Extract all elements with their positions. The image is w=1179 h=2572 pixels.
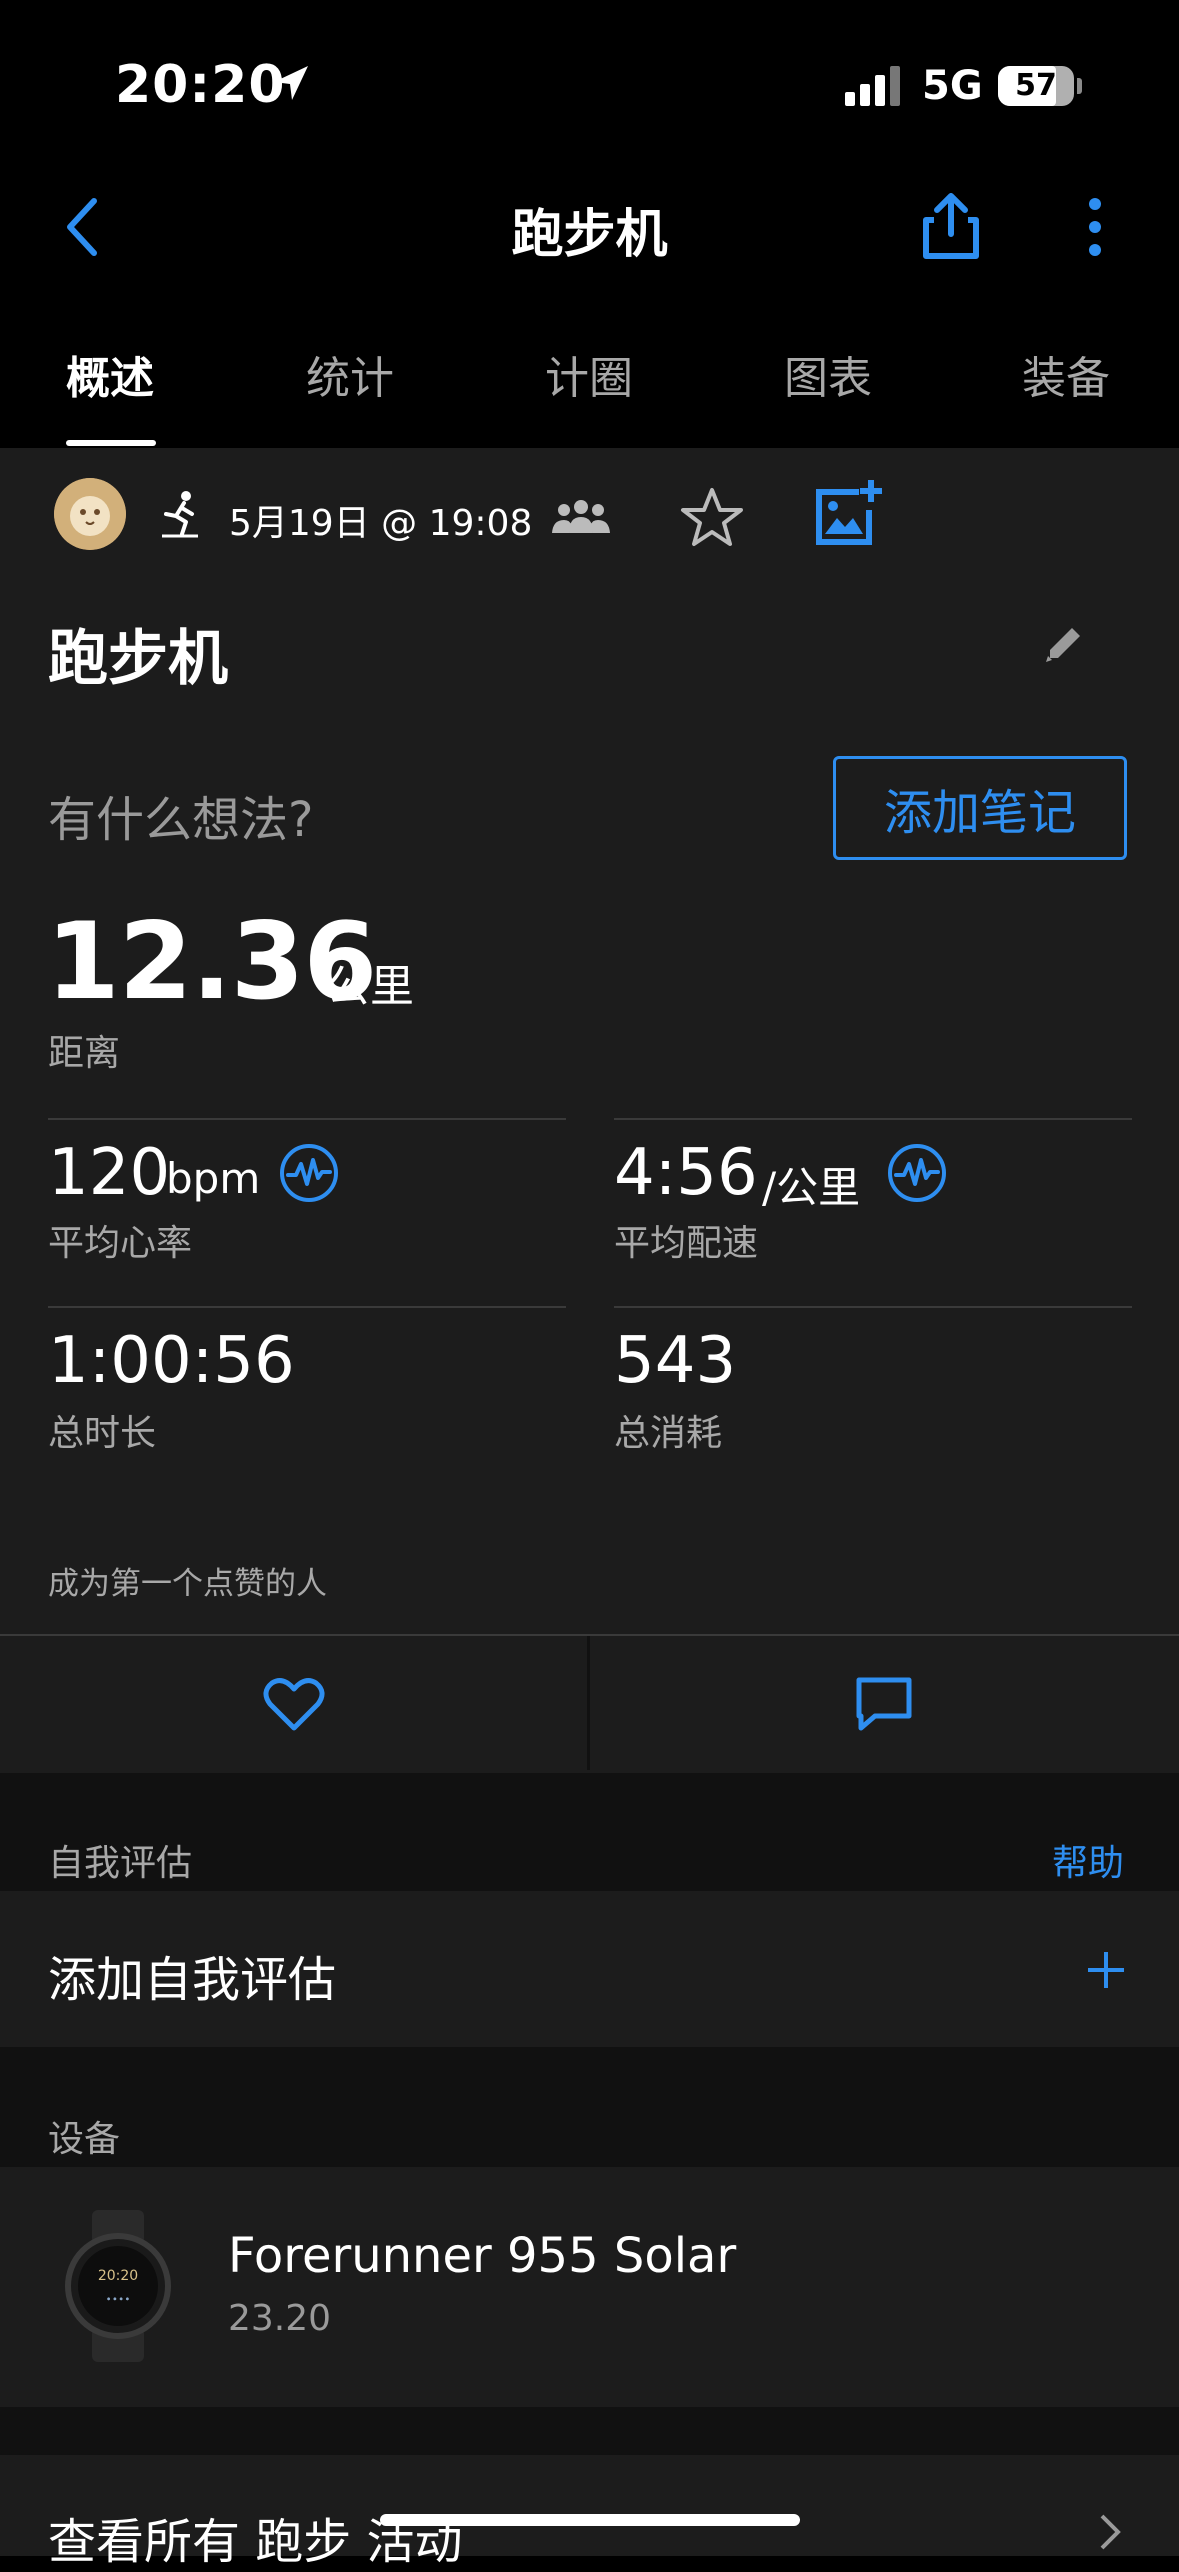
like-button[interactable]	[0, 1636, 587, 1770]
view-all-label: 查看所有 跑步 活动	[48, 2514, 463, 2570]
device-name: Forerunner 955 Solar	[228, 2228, 737, 2284]
plus-icon[interactable]	[1086, 1950, 1126, 1990]
share-icon[interactable]	[920, 190, 982, 262]
status-time: 20:20	[115, 55, 286, 115]
star-icon[interactable]	[680, 486, 744, 548]
calories-label: 总消耗	[614, 1413, 723, 1454]
tab-stats[interactable]: 统计	[306, 342, 394, 406]
add-photo-icon[interactable]	[813, 480, 883, 548]
location-arrow-icon	[274, 66, 308, 100]
comment-icon	[856, 1677, 912, 1731]
more-vertical-icon[interactable]	[1085, 196, 1105, 258]
status-bar: 20:20 5G 57	[0, 0, 1179, 170]
svg-text:∙∙∙∙: ∙∙∙∙	[105, 2294, 130, 2305]
battery-level: 57	[1015, 68, 1057, 103]
divider	[614, 1118, 1132, 1120]
network-type: 5G	[922, 63, 983, 109]
device-header: 设备	[48, 2119, 121, 2160]
pace-value: 4:56	[614, 1136, 758, 1210]
device-version: 23.20	[228, 2298, 332, 2339]
tab-laps[interactable]: 计圈	[545, 342, 633, 406]
tab-overview[interactable]: 概述	[66, 342, 154, 406]
chevron-right-icon	[1100, 2514, 1121, 2550]
device-row[interactable]	[0, 2167, 1179, 2407]
divider	[48, 1118, 566, 1120]
tab-gear[interactable]: 装备	[1022, 342, 1110, 406]
tab-active-indicator	[66, 440, 156, 446]
live-metric-icon[interactable]	[278, 1142, 340, 1204]
duration-value: 1:00:56	[48, 1324, 295, 1398]
duration-label: 总时长	[48, 1413, 157, 1454]
home-indicator[interactable]	[380, 2514, 800, 2526]
page-title: 跑步机	[511, 205, 668, 265]
avatar[interactable]	[54, 478, 126, 550]
pace-label: 平均配速	[614, 1223, 759, 1264]
comment-button[interactable]	[590, 1636, 1179, 1770]
live-metric-icon[interactable]	[886, 1142, 948, 1204]
heart-rate-value: 120	[48, 1136, 171, 1210]
self-eval-header: 自我评估	[48, 1843, 193, 1884]
tab-charts[interactable]: 图表	[784, 342, 872, 406]
pace-unit: /公里	[762, 1163, 861, 1212]
add-self-eval-label: 添加自我评估	[48, 1952, 337, 2008]
edit-pencil-icon[interactable]	[1042, 622, 1086, 666]
distance-unit: 公里	[326, 961, 414, 1012]
heart-rate-label: 平均心率	[48, 1223, 193, 1264]
distance-label: 距离	[48, 1033, 121, 1074]
activity-date: 5月19日 @ 19:08	[229, 503, 533, 544]
lion-avatar-image	[54, 478, 126, 550]
add-note-button[interactable]: 添加笔记	[833, 756, 1127, 860]
section-band	[0, 2407, 1179, 2455]
divider	[48, 1306, 566, 1308]
help-link[interactable]: 帮助	[1052, 1834, 1124, 1886]
divider	[614, 1306, 1132, 1308]
treadmill-icon	[162, 491, 198, 538]
thoughts-input[interactable]: 有什么想法?	[48, 780, 313, 850]
watch-image: 20:20 ∙∙∙∙	[65, 2210, 171, 2362]
calories-value: 543	[614, 1324, 737, 1398]
section-band	[0, 2047, 1179, 2167]
people-icon[interactable]	[552, 497, 610, 535]
svg-text:20:20: 20:20	[98, 2268, 138, 2284]
first-like-text: 成为第一个点赞的人	[48, 1566, 327, 1602]
signal-icon	[845, 66, 900, 106]
heart-icon	[263, 1678, 325, 1731]
activity-name: 跑步机	[48, 624, 228, 694]
heart-rate-unit: bpm	[166, 1154, 261, 1203]
